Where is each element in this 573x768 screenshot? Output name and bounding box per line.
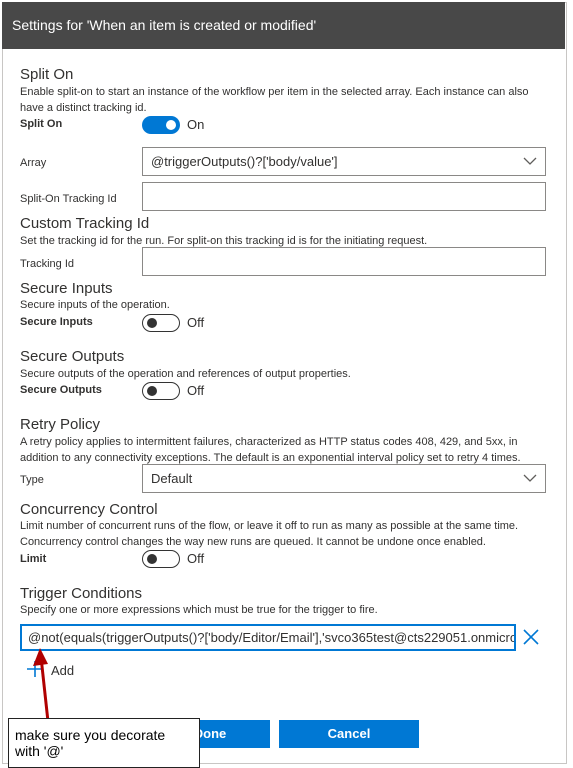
split-on-tracking-input[interactable] <box>142 182 546 211</box>
concurrency-description: Limit number of concurrent runs of the f… <box>20 520 519 548</box>
trigger-condition-input[interactable]: @not(equals(triggerOutputs()?['body/Edit… <box>20 624 516 651</box>
close-icon[interactable] <box>522 628 540 646</box>
secure-outputs-title: Secure Outputs <box>20 348 125 365</box>
chevron-down-icon <box>523 474 537 482</box>
retry-policy-description: A retry policy applies to intermittent f… <box>20 436 521 464</box>
toggle-knob <box>147 386 157 396</box>
secure-outputs-description: Secure outputs of the operation and refe… <box>20 368 351 380</box>
tracking-id-label: Tracking Id <box>20 258 75 270</box>
toggle-knob <box>166 120 176 130</box>
secure-inputs-toggle-label: Secure Inputs <box>20 316 93 328</box>
array-value: @triggerOutputs()?['body/value'] <box>151 154 338 169</box>
split-on-title: Split On <box>20 66 74 83</box>
concurrency-toggle-label: Limit <box>20 553 47 565</box>
retry-policy-title: Retry Policy <box>20 416 101 433</box>
split-on-toggle[interactable] <box>142 116 180 134</box>
chevron-down-icon <box>523 157 537 165</box>
retry-type-dropdown[interactable]: Default <box>142 464 546 493</box>
retry-type-label: Type <box>20 474 44 486</box>
secure-inputs-title: Secure Inputs <box>20 280 113 297</box>
trigger-conditions-title: Trigger Conditions <box>20 585 142 602</box>
trigger-condition-value: @not(equals(triggerOutputs()?['body/Edit… <box>28 630 514 645</box>
retry-type-value: Default <box>151 471 193 486</box>
add-condition-button[interactable]: Add <box>51 663 74 678</box>
secure-inputs-description: Secure inputs of the operation. <box>20 299 170 311</box>
concurrency-title: Concurrency Control <box>20 501 158 518</box>
toggle-knob <box>147 554 157 564</box>
dialog-titlebar: Settings for 'When an item is created or… <box>2 2 565 49</box>
split-on-toggle-state: On <box>187 117 205 132</box>
annotation-callout: make sure you decorate with '@' <box>8 718 200 768</box>
secure-outputs-toggle[interactable] <box>142 382 180 400</box>
split-on-description: Enable split-on to start an instance of … <box>20 86 529 114</box>
cancel-button[interactable]: Cancel <box>279 720 419 748</box>
concurrency-toggle-state: Off <box>187 551 205 566</box>
toggle-knob <box>147 318 157 328</box>
split-on-tracking-label: Split-On Tracking Id <box>20 193 117 205</box>
custom-tracking-title: Custom Tracking Id <box>20 215 150 232</box>
secure-inputs-toggle-state: Off <box>187 315 205 330</box>
secure-outputs-toggle-state: Off <box>187 383 205 398</box>
concurrency-limit-toggle[interactable] <box>142 550 180 568</box>
trigger-conditions-description: Specify one or more expressions which mu… <box>20 604 378 616</box>
secure-outputs-toggle-label: Secure Outputs <box>20 384 102 396</box>
dialog-title: Settings for 'When an item is created or… <box>12 17 317 33</box>
array-dropdown[interactable]: @triggerOutputs()?['body/value'] <box>142 147 546 176</box>
tracking-id-input[interactable] <box>142 247 546 276</box>
secure-inputs-toggle[interactable] <box>142 314 180 332</box>
plus-icon[interactable] <box>27 661 43 677</box>
split-on-toggle-label: Split On <box>20 118 63 130</box>
array-label: Array <box>20 157 47 169</box>
